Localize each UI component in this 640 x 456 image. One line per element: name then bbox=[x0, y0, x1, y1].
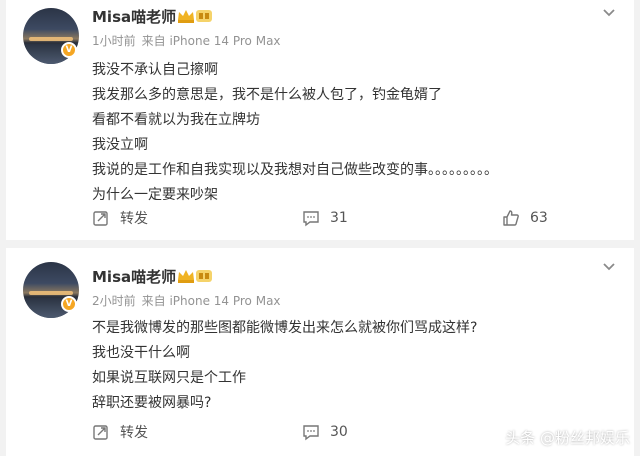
username[interactable]: Misa喵老师 bbox=[92, 266, 176, 287]
post-line: 如果说互联网只是个工作 bbox=[92, 370, 246, 386]
chevron-down-icon[interactable] bbox=[600, 4, 618, 22]
comment-count: 30 bbox=[330, 424, 348, 440]
post-source: 来自 iPhone 14 Pro Max bbox=[141, 294, 281, 308]
post-line: 我发那么多的意思是，我不是什么被人包了，钓金龟婿了 bbox=[92, 87, 442, 103]
avatar-sunset bbox=[29, 37, 73, 41]
like-count: 63 bbox=[530, 210, 548, 226]
repost-icon bbox=[93, 425, 108, 440]
verified-badge-icon: V bbox=[61, 42, 77, 58]
repost-button[interactable]: 转发 bbox=[92, 420, 148, 444]
post-source: 来自 iPhone 14 Pro Max bbox=[141, 34, 281, 48]
vip-crown-icon bbox=[176, 8, 214, 24]
comment-count: 31 bbox=[330, 210, 348, 226]
repost-label: 转发 bbox=[120, 211, 148, 227]
post-line: 我说的是工作和自我实现以及我想对自己做些改变的事。。。。。。。。。 bbox=[92, 162, 498, 178]
comment-icon bbox=[303, 425, 319, 441]
username[interactable]: Misa喵老师 bbox=[92, 6, 176, 27]
comment-icon bbox=[303, 211, 319, 227]
post-line: 辞职还要被网暴吗? bbox=[92, 395, 212, 411]
thumbs-up-icon bbox=[503, 210, 519, 226]
post-line: 我没立啊 bbox=[92, 137, 148, 153]
post-time[interactable]: 1小时前 bbox=[92, 34, 136, 48]
post-line: 我也没干什么啊 bbox=[92, 345, 190, 361]
post-time[interactable]: 2小时前 bbox=[92, 294, 136, 308]
comment-button[interactable]: 30 bbox=[302, 420, 348, 444]
vip-crown-icon bbox=[176, 268, 214, 284]
post-line: 为什么一定要来吵架 bbox=[92, 187, 218, 203]
post-line: 看都不看就以为我在立牌坊 bbox=[92, 112, 260, 128]
post-meta: 2小时前 来自 iPhone 14 Pro Max bbox=[92, 292, 287, 309]
like-button[interactable]: 63 bbox=[502, 206, 548, 230]
post-line: 不是我微博发的那些图都能微博发出来怎么就被你们骂成这样? bbox=[92, 320, 478, 336]
comment-button[interactable]: 31 bbox=[302, 206, 348, 230]
post-line: 我没不承认自己擦啊 bbox=[92, 62, 218, 78]
repost-label: 转发 bbox=[120, 425, 148, 441]
chevron-down-icon[interactable] bbox=[600, 258, 618, 276]
action-bar: 转发 31 63 bbox=[6, 206, 634, 230]
repost-icon bbox=[93, 211, 108, 226]
post-meta: 1小时前 来自 iPhone 14 Pro Max bbox=[92, 32, 287, 49]
weibo-post-card: V Misa喵老师 1小时前 来自 iPhone 14 Pro Max 我没不承认… bbox=[6, 0, 634, 240]
repost-button[interactable]: 转发 bbox=[92, 206, 148, 230]
verified-badge-icon: V bbox=[61, 296, 77, 312]
post-text: 不是我微博发的那些图都能微博发出来怎么就被你们骂成这样? 我也没干什么啊 如果说… bbox=[92, 316, 614, 416]
weibo-post-card: V Misa喵老师 2小时前 来自 iPhone 14 Pro Max 不是我微博… bbox=[6, 248, 634, 456]
watermark: 头条 @粉丝邦娱乐 bbox=[505, 429, 630, 447]
post-text: 我没不承认自己擦啊 我发那么多的意思是，我不是什么被人包了，钓金龟婿了 看都不看… bbox=[92, 58, 614, 208]
avatar-sunset bbox=[29, 291, 73, 295]
